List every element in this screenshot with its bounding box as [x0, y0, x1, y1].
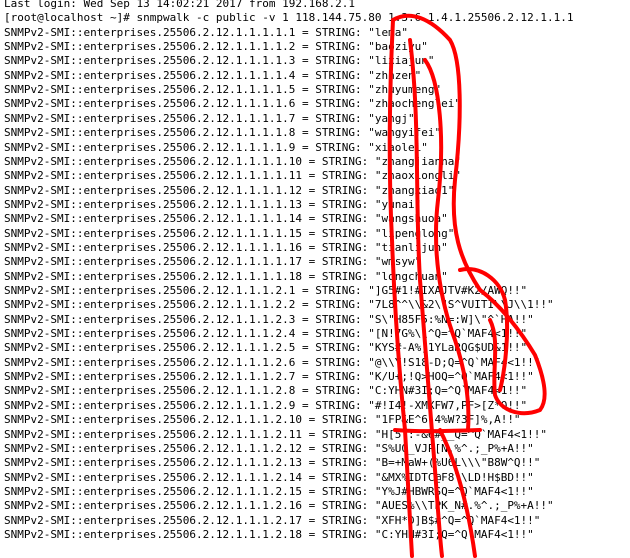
snmp-output-line: SNMPv2-SMI::enterprises.25506.2.12.1.1.1…	[4, 398, 528, 412]
snmp-output-line: SNMPv2-SMI::enterprises.25506.2.12.1.1.1…	[4, 183, 455, 197]
snmp-output-line: SNMPv2-SMI::enterprises.25506.2.12.1.1.1…	[4, 298, 554, 312]
snmp-output-line: SNMPv2-SMI::enterprises.25506.2.12.1.1.1…	[4, 527, 534, 541]
snmp-output-line: SNMPv2-SMI::enterprises.25506.2.12.1.1.1…	[4, 484, 534, 498]
snmp-output-line: SNMPv2-SMI::enterprises.25506.2.12.1.1.1…	[4, 513, 541, 527]
snmp-output-line: SNMPv2-SMI::enterprises.25506.2.12.1.1.1…	[4, 226, 455, 240]
terminal-window[interactable]: Last login: Wed Sep 13 14:02:21 2017 fro…	[0, 0, 630, 558]
snmp-output-line: SNMPv2-SMI::enterprises.25506.2.12.1.1.1…	[4, 197, 422, 211]
snmp-output-line: SNMPv2-SMI::enterprises.25506.2.12.1.1.1…	[4, 169, 461, 183]
snmp-output-line: SNMPv2-SMI::enterprises.25506.2.12.1.1.1…	[4, 384, 528, 398]
snmp-output-line: SNMPv2-SMI::enterprises.25506.2.12.1.1.1…	[4, 413, 521, 427]
command-prompt-line: [root@localhost ~]# snmpwalk -c public -…	[4, 11, 574, 25]
snmp-output-line: SNMPv2-SMI::enterprises.25506.2.12.1.1.1…	[4, 97, 461, 111]
snmp-output-line: SNMPv2-SMI::enterprises.25506.2.12.1.1.1…	[4, 111, 415, 125]
snmp-output-line: SNMPv2-SMI::enterprises.25506.2.12.1.1.1…	[4, 312, 534, 326]
snmp-output-line: SNMPv2-SMI::enterprises.25506.2.12.1.1.1…	[4, 284, 528, 297]
snmp-output-line: SNMPv2-SMI::enterprises.25506.2.12.1.1.1…	[4, 269, 448, 283]
snmp-output-line: SNMPv2-SMI::enterprises.25506.2.12.1.1.1…	[4, 212, 448, 226]
snmp-output-line: SNMPv2-SMI::enterprises.25506.2.12.1.1.1…	[4, 154, 461, 168]
snmp-output-line: SNMPv2-SMI::enterprises.25506.2.12.1.1.1…	[4, 68, 422, 82]
snmp-output-line: SNMPv2-SMI::enterprises.25506.2.12.1.1.1…	[4, 25, 408, 39]
snmp-output-line: SNMPv2-SMI::enterprises.25506.2.12.1.1.1…	[4, 140, 428, 154]
snmp-output-line: SNMPv2-SMI::enterprises.25506.2.12.1.1.1…	[4, 341, 528, 355]
snmp-output-line: SNMPv2-SMI::enterprises.25506.2.12.1.1.1…	[4, 40, 428, 54]
snmp-output-line: SNMPv2-SMI::enterprises.25506.2.12.1.1.1…	[4, 126, 442, 140]
snmp-output-line: SNMPv2-SMI::enterprises.25506.2.12.1.1.1…	[4, 255, 422, 269]
snmp-output-line: SNMPv2-SMI::enterprises.25506.2.12.1.1.1…	[4, 499, 554, 513]
snmp-output-line: SNMPv2-SMI::enterprises.25506.2.12.1.1.1…	[4, 240, 448, 254]
snmp-output-line: SNMPv2-SMI::enterprises.25506.2.12.1.1.1…	[4, 54, 435, 68]
snmp-output-line: SNMPv2-SMI::enterprises.25506.2.12.1.1.1…	[4, 370, 534, 384]
last-login-line: Last login: Wed Sep 13 14:02:21 2017 fro…	[4, 0, 355, 10]
snmp-output-line: SNMPv2-SMI::enterprises.25506.2.12.1.1.1…	[4, 327, 528, 341]
snmp-output-line: SNMPv2-SMI::enterprises.25506.2.12.1.1.1…	[4, 441, 534, 455]
snmp-output-line: SNMPv2-SMI::enterprises.25506.2.12.1.1.1…	[4, 355, 541, 369]
snmp-output-line: SNMPv2-SMI::enterprises.25506.2.12.1.1.1…	[4, 456, 541, 470]
snmp-output-line: SNMPv2-SMI::enterprises.25506.2.12.1.1.1…	[4, 470, 534, 484]
snmp-output-line: SNMPv2-SMI::enterprises.25506.2.12.1.1.1…	[4, 83, 442, 97]
snmp-output-line: SNMPv2-SMI::enterprises.25506.2.12.1.1.1…	[4, 427, 548, 441]
